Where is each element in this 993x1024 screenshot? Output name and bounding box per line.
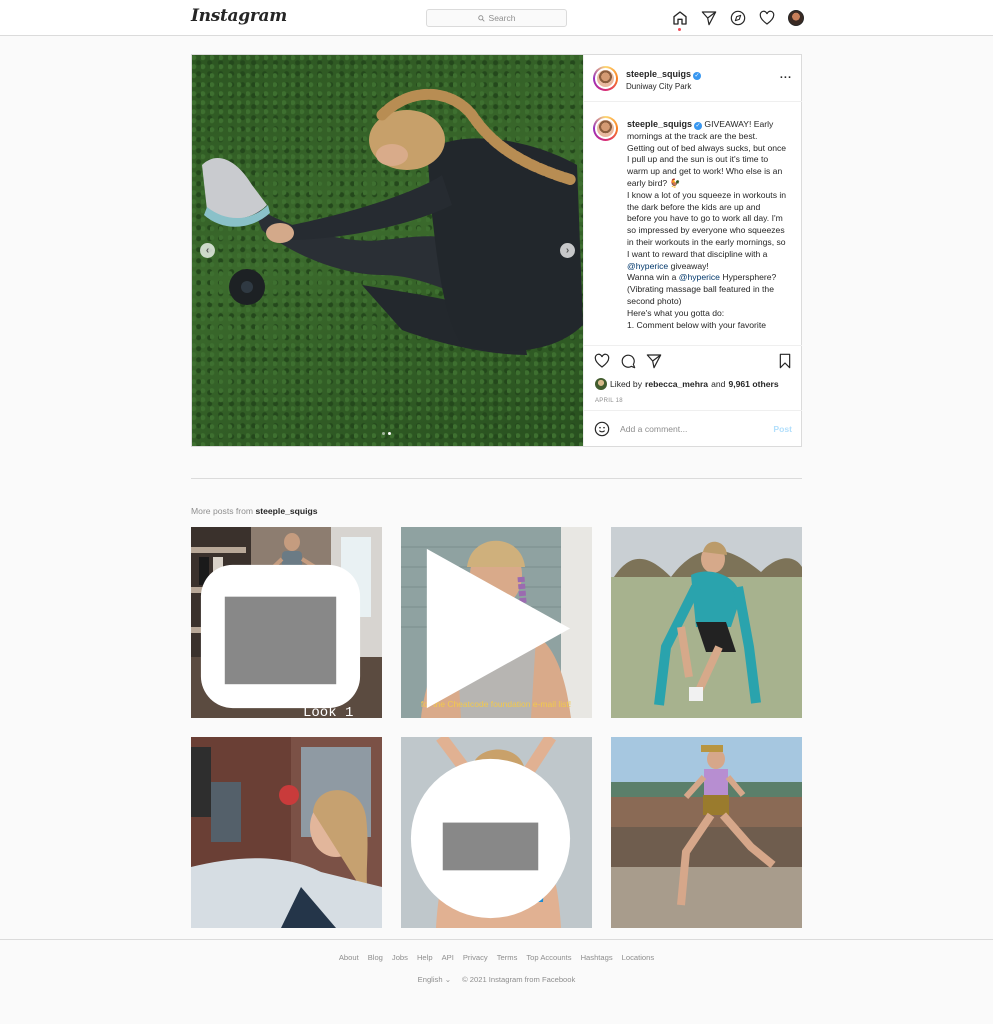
footer-links: About Blog Jobs Help API Privacy Terms T… xyxy=(0,953,993,962)
verified-badge-icon: ✓ xyxy=(694,122,703,130)
mention-link[interactable]: @hyperice xyxy=(627,261,668,271)
footer-link-help[interactable]: Help xyxy=(417,953,433,962)
footer-link-top-accounts[interactable]: Top Accounts xyxy=(526,953,571,962)
carousel-prev-button[interactable]: ‹ xyxy=(200,243,215,258)
liked-by-user[interactable]: rebecca_mehra xyxy=(645,379,708,389)
carousel-dot-active xyxy=(388,432,391,435)
caption-area: steeple_squigs ✓ GIVEAWAY! Early mornings… xyxy=(584,103,802,343)
liked-by-others[interactable]: 9,961 others xyxy=(728,379,778,389)
post-sidebar: steeple_squigs ✓ Duniway City Park ... st… xyxy=(583,55,802,446)
emoji-icon[interactable] xyxy=(594,421,610,437)
grid-post-1[interactable]: Look 1 xyxy=(191,527,382,718)
instagram-logo[interactable]: Instagram xyxy=(191,6,287,26)
post-card: ‹ › steeple_squigs ✓ Duniway City Park ..… xyxy=(191,54,802,447)
notification-dot xyxy=(678,28,681,31)
caption-username[interactable]: steeple_squigs xyxy=(627,119,692,129)
caption-paragraph-5: 1. Comment below with your favorite xyxy=(627,319,766,330)
verified-badge-icon: ✓ xyxy=(693,72,702,80)
like-heart-icon[interactable] xyxy=(594,353,610,369)
footer-bottom: English ⌄ © 2021 Instagram from Facebook xyxy=(0,975,993,984)
mention-link[interactable]: @hyperice xyxy=(679,272,720,282)
likes-summary: Liked by rebecca_mehra and 9,961 others xyxy=(595,378,779,390)
avatar xyxy=(595,118,616,139)
avatar xyxy=(595,68,616,89)
search-icon xyxy=(477,14,485,22)
bookmark-icon[interactable] xyxy=(777,353,793,369)
post-actions: Liked by rebecca_mehra and 9,961 others … xyxy=(584,345,802,446)
post-date[interactable]: APRIL 18 xyxy=(595,398,623,404)
grid-post-2[interactable]: for the Cheatcode foundation e-mail list… xyxy=(401,527,592,718)
post-photo[interactable]: ‹ › xyxy=(192,55,583,446)
direct-icon[interactable] xyxy=(700,9,717,26)
language-select[interactable]: English ⌄ xyxy=(418,975,451,984)
post-header: steeple_squigs ✓ Duniway City Park ... xyxy=(584,55,802,102)
grid-post-6[interactable] xyxy=(611,737,802,928)
grid-post-4[interactable] xyxy=(191,737,382,928)
caption-paragraph-4: Here's what you gotta do: xyxy=(627,307,725,318)
video-icon xyxy=(426,548,571,709)
top-navigation-bar: Instagram Search xyxy=(0,0,993,36)
rooster-emoji: 🐓 xyxy=(669,177,681,188)
comment-input[interactable]: Add a comment... xyxy=(620,424,687,434)
carousel-dot xyxy=(382,432,385,435)
search-input[interactable]: Search xyxy=(426,9,567,27)
grid-post-3[interactable] xyxy=(611,527,802,718)
grid-post-5[interactable] xyxy=(401,737,592,928)
caption-text: steeple_squigs ✓ GIVEAWAY! Early mornings… xyxy=(627,119,787,331)
carousel-indicator xyxy=(382,432,391,435)
section-divider xyxy=(191,478,802,479)
story-ring[interactable] xyxy=(593,66,618,91)
caption-paragraph-3: Wanna win a xyxy=(627,272,677,283)
post-username[interactable]: steeple_squigs xyxy=(626,69,691,79)
footer-link-locations[interactable]: Locations xyxy=(622,953,655,962)
liker-avatar[interactable] xyxy=(595,378,607,390)
explore-icon[interactable] xyxy=(729,9,746,26)
footer-divider xyxy=(0,939,993,940)
igtv-icon xyxy=(410,758,571,919)
avatar xyxy=(787,9,804,26)
activity-icon[interactable] xyxy=(758,9,775,26)
more-posts-username[interactable]: steeple_squigs xyxy=(255,506,317,516)
liked-by-and: and xyxy=(711,379,726,389)
footer-link-about[interactable]: About xyxy=(339,953,359,962)
comment-form: Add a comment... Post xyxy=(584,410,802,447)
copyright: © 2021 Instagram from Facebook xyxy=(462,975,576,984)
field-start-image xyxy=(611,527,802,718)
chevron-down-icon: ⌄ xyxy=(444,975,452,984)
more-posts-title: More posts from steeple_squigs xyxy=(191,506,318,516)
share-icon[interactable] xyxy=(646,353,662,369)
more-options-button[interactable]: ... xyxy=(780,69,792,81)
post-comment-button[interactable]: Post xyxy=(773,424,792,434)
footer-link-hashtags[interactable]: Hashtags xyxy=(581,953,613,962)
post-location[interactable]: Duniway City Park xyxy=(626,82,701,91)
caption-avatar[interactable] xyxy=(593,116,618,141)
profile-avatar[interactable] xyxy=(787,9,804,26)
more-posts-prefix: More posts from xyxy=(191,506,254,516)
footer-link-api[interactable]: API xyxy=(442,953,454,962)
caption-paragraph-2: I know a lot of you squeeze in workouts … xyxy=(627,189,787,259)
running-track-image xyxy=(611,737,802,928)
carousel-next-button[interactable]: › xyxy=(560,243,575,258)
footer-link-jobs[interactable]: Jobs xyxy=(392,953,408,962)
footer-link-blog[interactable]: Blog xyxy=(368,953,383,962)
footer-link-terms[interactable]: Terms xyxy=(497,953,518,962)
reel-icon xyxy=(200,564,361,709)
selfie-street-image xyxy=(191,737,382,928)
comment-icon[interactable] xyxy=(620,353,636,369)
liked-by-prefix: Liked by xyxy=(610,379,643,389)
search-placeholder: Search xyxy=(488,13,516,23)
athlete-stretching-image xyxy=(202,88,583,355)
footer-link-privacy[interactable]: Privacy xyxy=(463,953,488,962)
home-icon[interactable] xyxy=(671,9,688,31)
caption-paragraph-2-end: giveaway! xyxy=(670,260,709,271)
caption-paragraph-1: GIVEAWAY! Early mornings at the track ar… xyxy=(627,119,787,188)
language-label: English xyxy=(417,975,443,984)
